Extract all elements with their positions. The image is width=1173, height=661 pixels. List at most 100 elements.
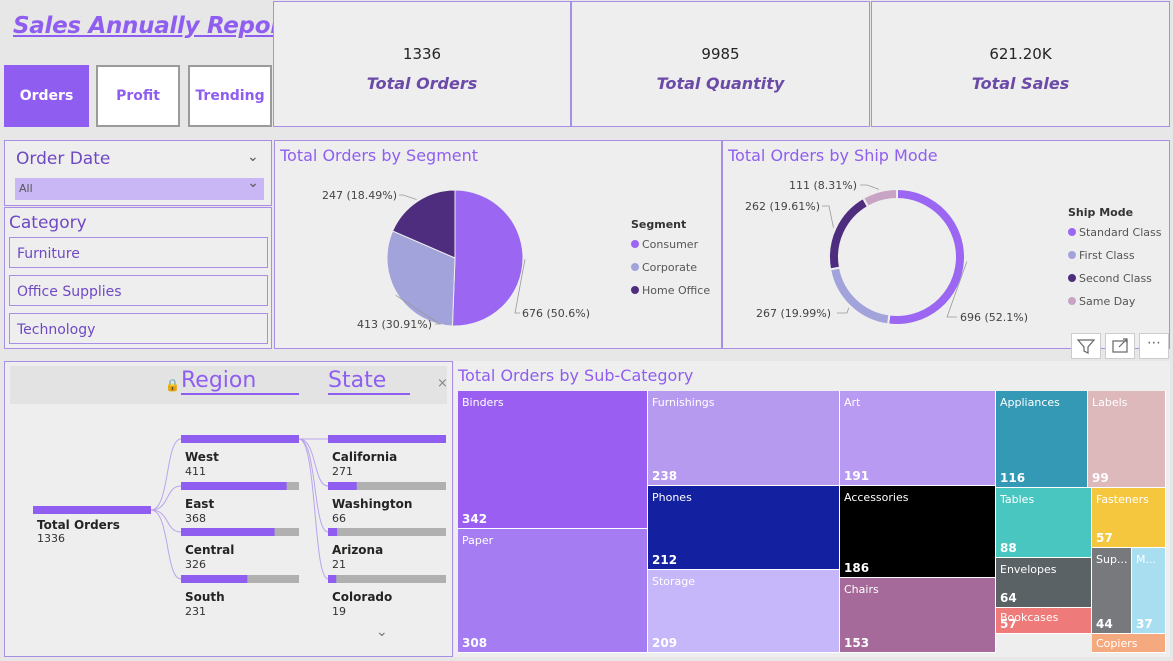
state-label: California (332, 450, 397, 464)
data-label: 111 (8.31%) (789, 179, 857, 192)
region-bar-east[interactable] (181, 482, 287, 490)
legend-item-standard-class: Standard Class (1068, 226, 1161, 239)
tree-connector (150, 509, 182, 580)
treemap-label: Storage (652, 575, 696, 588)
treemap-value: 37 (1136, 617, 1153, 631)
treemap-label: Accessories (844, 491, 909, 504)
slice-first-class[interactable] (828, 266, 891, 326)
legend-item-home-office: Home Office (631, 284, 710, 297)
nav-trending-button[interactable]: Trending (188, 65, 272, 127)
treemap-cell-chairs[interactable]: Chairs 153 (840, 578, 996, 653)
category-item-office-supplies[interactable]: Office Supplies (9, 275, 268, 306)
treemap-label: Fasteners (1096, 493, 1149, 506)
leader-line (399, 194, 417, 200)
order-date-selected: All (19, 182, 33, 195)
treemap-cell-accessories[interactable]: Accessories 186 (840, 486, 996, 578)
state-bar-colorado[interactable] (328, 575, 337, 583)
treemap-cell-phones[interactable]: Phones 212 (648, 486, 840, 570)
report-title: Sales Annually Report (13, 13, 292, 39)
treemap-cell-labels[interactable]: Labels 99 (1088, 391, 1166, 488)
decomposition-tree-visual[interactable]: 🔒 Region State × West 411 East 368 Central 32… (4, 361, 453, 657)
order-date-slicer[interactable]: Order Date ⌄ All ⌄ (4, 140, 272, 206)
treemap-cell-appliances[interactable]: Appliances 116 (996, 391, 1088, 488)
treemap-value: 238 (652, 469, 678, 483)
ship-mode-donut-visual[interactable]: Total Orders by Ship Mode 696 (52.1%) 267… (722, 140, 1170, 349)
legend-dot (1068, 297, 1076, 305)
more-options-icon[interactable]: ⋯ (1139, 333, 1169, 359)
category-item-furniture[interactable]: Furniture (9, 237, 268, 268)
kpi-total-orders: 1336 Total Orders (273, 1, 571, 127)
region-label: West (185, 450, 219, 464)
region-bar-south[interactable] (181, 575, 248, 583)
state-label: Arizona (332, 543, 383, 557)
treemap-label: Binders (462, 396, 504, 409)
region-bar-west[interactable] (181, 435, 299, 443)
slice-standard-class[interactable] (886, 187, 966, 326)
state-bar-arizona[interactable] (328, 528, 338, 536)
state-bar-california[interactable] (328, 435, 446, 443)
state-value: 271 (332, 465, 353, 478)
treemap-value: 342 (462, 512, 488, 526)
treemap-cell-envelopes[interactable]: Envelopes 64 (996, 558, 1092, 608)
leader-line (822, 205, 834, 228)
legend-title: Segment (631, 218, 687, 231)
treemap-value: 212 (652, 553, 678, 567)
treemap-cell-machines[interactable]: M... 37 (1132, 548, 1166, 634)
filter-icon-svg (1076, 339, 1096, 354)
tree-connector (150, 485, 182, 511)
treemap-cell-binders[interactable]: Binders 342 (458, 391, 648, 529)
treemap-label: Appliances (1000, 396, 1060, 409)
treemap-value: 308 (462, 636, 488, 650)
legend-dot (1068, 274, 1076, 282)
slice-second-class[interactable] (828, 196, 870, 271)
treemap-label: Art (844, 396, 861, 409)
treemap-cell-copiers[interactable]: Copiers (1092, 634, 1166, 653)
filter-icon[interactable] (1071, 333, 1101, 359)
chevron-down-icon: ⌄ (247, 175, 259, 191)
treemap-value: 88 (1000, 541, 1017, 555)
region-value: 326 (185, 558, 206, 571)
treemap-cell-furnishings[interactable]: Furnishings 238 (648, 391, 840, 486)
focus-mode-icon[interactable] (1105, 333, 1135, 359)
decomposition-tree-chart: West411 East368 Central326 South231 Californ… (33, 435, 446, 618)
nav-orders-button[interactable]: Orders (4, 65, 89, 127)
region-label: South (185, 590, 225, 604)
state-bar-washington[interactable] (328, 482, 357, 490)
treemap-value: 116 (1000, 471, 1026, 485)
chevron-down-icon[interactable]: ⌄ (247, 149, 259, 165)
treemap-cell-art[interactable]: Art 191 (840, 391, 996, 486)
slice-consumer[interactable] (451, 189, 524, 327)
treemap-cell-bookcases[interactable]: Bookcases 57 (996, 608, 1092, 634)
order-date-dropdown[interactable]: All ⌄ (15, 175, 264, 200)
data-label: 267 (19.99%) (756, 307, 831, 320)
legend-label: Same Day (1079, 295, 1136, 308)
slice-same-day[interactable] (861, 187, 898, 209)
data-label: 262 (19.61%) (745, 200, 820, 213)
region-value: 231 (185, 605, 206, 618)
treemap-cell-supplies[interactable]: Sup... 44 (1092, 548, 1132, 634)
tree-connector (298, 438, 329, 533)
segment-pie-visual[interactable]: Total Orders by Segment 676 (50.6%) 413 (… (274, 140, 722, 349)
data-label: 413 (30.91%) (357, 318, 432, 331)
treemap-cell-fasteners[interactable]: Fasteners 57 (1092, 488, 1166, 548)
treemap-cell-tables[interactable]: Tables 88 (996, 488, 1092, 558)
leader-line (860, 184, 880, 190)
chevron-down-icon[interactable]: ⌄ (376, 624, 388, 640)
root-value: 1336 (37, 532, 65, 545)
treemap-cell-storage[interactable]: Storage 209 (648, 570, 840, 653)
treemap-label: Phones (652, 491, 692, 504)
region-bar-central[interactable] (181, 528, 275, 536)
root-node[interactable]: Total Orders 1336 (37, 518, 120, 545)
legend-label: Home Office (642, 284, 711, 297)
nav-profit-button[interactable]: Profit (96, 65, 180, 127)
treemap-visual[interactable]: Total Orders by Sub-Category Binders 342 P… (454, 361, 1170, 657)
treemap-cell-paper[interactable]: Paper 308 (458, 529, 648, 653)
region-value: 411 (185, 465, 206, 478)
treemap-label: M... (1136, 553, 1156, 566)
region-label: East (185, 497, 214, 511)
treemap-value: 191 (844, 469, 870, 483)
category-item-technology[interactable]: Technology (9, 313, 268, 344)
kpi-label: Total Sales (971, 74, 1070, 93)
root-bar (33, 506, 151, 514)
legend-dot (631, 263, 639, 271)
